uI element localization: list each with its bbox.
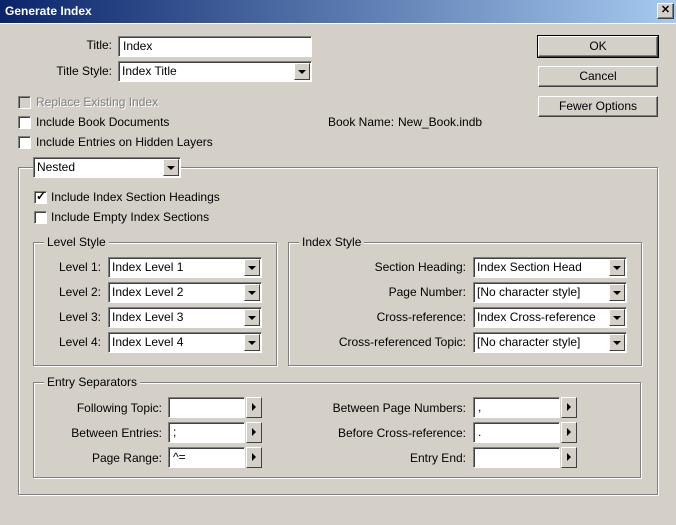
title-bar[interactable]: Generate Index ✕ — [0, 0, 676, 24]
chevron-down-icon — [609, 309, 625, 326]
title-style-value: Index Title — [122, 64, 177, 78]
level-3-label: Level 3: — [58, 310, 101, 324]
close-icon: ✕ — [660, 4, 671, 16]
before-cross-reference-input[interactable]: . — [473, 422, 560, 443]
page-range-input[interactable]: ^= — [168, 447, 245, 468]
level-1-select[interactable]: Index Level 1 — [108, 257, 262, 278]
between-entries-input[interactable]: ; — [168, 422, 245, 443]
chevron-down-icon — [163, 159, 179, 176]
include-empty-label: Include Empty Index Sections — [51, 210, 210, 224]
between-page-numbers-arrow-icon[interactable] — [561, 397, 577, 418]
level-1-value: Index Level 1 — [112, 260, 184, 274]
title-input[interactable]: Index — [118, 36, 312, 57]
chevron-down-icon — [244, 259, 260, 276]
replace-existing-label: Replace Existing Index — [36, 95, 159, 109]
ok-button[interactable]: OK — [537, 35, 659, 58]
cancel-button[interactable]: Cancel — [538, 66, 658, 87]
cross-reference-label: Cross-reference: — [376, 310, 466, 324]
title-style-select[interactable]: Index Title — [118, 61, 312, 82]
following-topic-input[interactable] — [168, 397, 245, 418]
index-style-title: Index Style — [299, 235, 365, 249]
replace-existing-checkbox[interactable] — [18, 96, 31, 109]
include-empty-checkbox[interactable] — [34, 211, 47, 224]
following-topic-label: Following Topic: — [76, 401, 162, 415]
level-4-value: Index Level 4 — [112, 335, 184, 349]
entry-separators-title: Entry Separators — [44, 375, 141, 389]
check-icon: ✓ — [36, 189, 47, 203]
before-cross-reference-arrow-icon[interactable] — [561, 422, 577, 443]
window-title: Generate Index — [5, 4, 92, 18]
include-hidden-label: Include Entries on Hidden Layers — [36, 135, 213, 149]
level-2-label: Level 2: — [58, 285, 101, 299]
cross-referenced-topic-label: Cross-referenced Topic: — [338, 335, 466, 349]
cross-reference-select[interactable]: Index Cross-reference — [473, 307, 627, 328]
level-2-select[interactable]: Index Level 2 — [108, 282, 262, 303]
page-number-label: Page Number: — [388, 285, 466, 299]
include-headings-checkbox[interactable]: ✓ — [34, 189, 47, 204]
title-style-label: Title Style: — [56, 64, 112, 78]
include-headings-label: Include Index Section Headings — [51, 190, 220, 204]
page-number-value: [No character style] — [477, 285, 581, 299]
level-style-title: Level Style — [44, 235, 109, 249]
between-entries-label: Between Entries: — [71, 426, 162, 440]
cross-reference-value: Index Cross-reference — [477, 310, 596, 324]
before-cross-reference-label: Before Cross-reference: — [337, 426, 466, 440]
level-4-select[interactable]: Index Level 4 — [108, 332, 262, 353]
section-heading-select[interactable]: Index Section Head — [473, 257, 627, 278]
page-number-select[interactable]: [No character style] — [473, 282, 627, 303]
chevron-down-icon — [244, 284, 260, 301]
cross-referenced-topic-value: [No character style] — [477, 335, 581, 349]
following-topic-arrow-icon[interactable] — [246, 397, 262, 418]
chevron-down-icon — [294, 63, 310, 80]
chevron-down-icon — [609, 334, 625, 351]
close-button[interactable]: ✕ — [657, 3, 674, 19]
include-hidden-checkbox[interactable] — [18, 136, 31, 149]
between-page-numbers-label: Between Page Numbers: — [332, 401, 466, 415]
between-entries-arrow-icon[interactable] — [246, 422, 262, 443]
book-name-label: Book Name: — [328, 115, 395, 129]
page-range-label: Page Range: — [91, 451, 162, 465]
fewer-options-button[interactable]: Fewer Options — [538, 96, 658, 117]
book-name-value: New_Book.indb — [398, 115, 483, 129]
section-heading-label: Section Heading: — [374, 260, 466, 274]
format-select[interactable]: Nested — [33, 157, 181, 178]
level-3-select[interactable]: Index Level 3 — [108, 307, 262, 328]
section-heading-value: Index Section Head — [477, 260, 582, 274]
chevron-down-icon — [244, 334, 260, 351]
include-book-checkbox[interactable] — [18, 116, 31, 129]
entry-end-arrow-icon[interactable] — [561, 447, 577, 468]
format-value: Nested — [37, 160, 76, 174]
level-1-label: Level 1: — [58, 260, 101, 274]
include-book-label: Include Book Documents — [36, 115, 170, 129]
cross-referenced-topic-select[interactable]: [No character style] — [473, 332, 627, 353]
level-3-value: Index Level 3 — [112, 310, 184, 324]
level-2-value: Index Level 2 — [112, 285, 184, 299]
chevron-down-icon — [609, 259, 625, 276]
page-range-arrow-icon[interactable] — [246, 447, 262, 468]
chevron-down-icon — [244, 309, 260, 326]
entry-end-input[interactable] — [473, 447, 560, 468]
entry-end-label: Entry End: — [409, 451, 466, 465]
level-4-label: Level 4: — [58, 335, 101, 349]
chevron-down-icon — [609, 284, 625, 301]
between-page-numbers-input[interactable]: , — [473, 397, 560, 418]
title-label: Title: — [86, 38, 112, 52]
